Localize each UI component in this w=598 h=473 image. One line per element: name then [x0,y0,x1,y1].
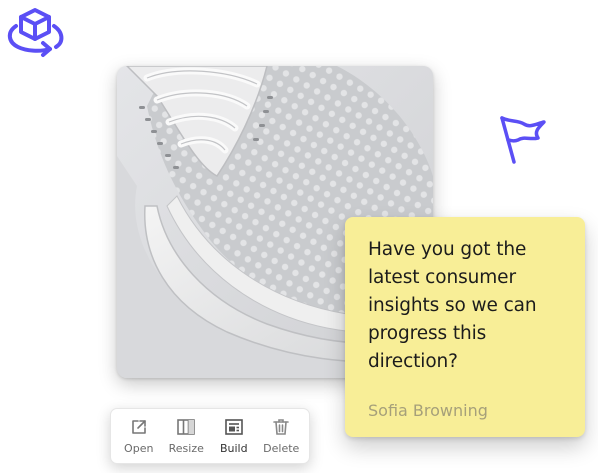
build-icon [224,419,243,435]
build-label: Build [219,442,248,455]
sticky-note[interactable]: Have you got the latest consumer insight… [345,217,585,437]
note-text: Have you got the latest consumer insight… [368,239,537,372]
delete-button[interactable]: Delete [259,417,303,455]
cube-rotate-icon [7,8,64,57]
open-button[interactable]: Open [117,417,161,455]
delete-label: Delete [263,442,300,455]
trash-icon [273,419,290,435]
image-toolbar: Open Resize Build Delete [110,408,310,464]
note-author: Sofia Browning [368,401,488,420]
open-external-icon [131,420,146,434]
resize-button[interactable]: Resize [164,417,208,455]
build-button[interactable]: Build [212,417,256,455]
resize-icon [177,419,196,435]
resize-label: Resize [168,442,204,455]
flag-icon [500,116,546,164]
open-label: Open [124,442,154,455]
